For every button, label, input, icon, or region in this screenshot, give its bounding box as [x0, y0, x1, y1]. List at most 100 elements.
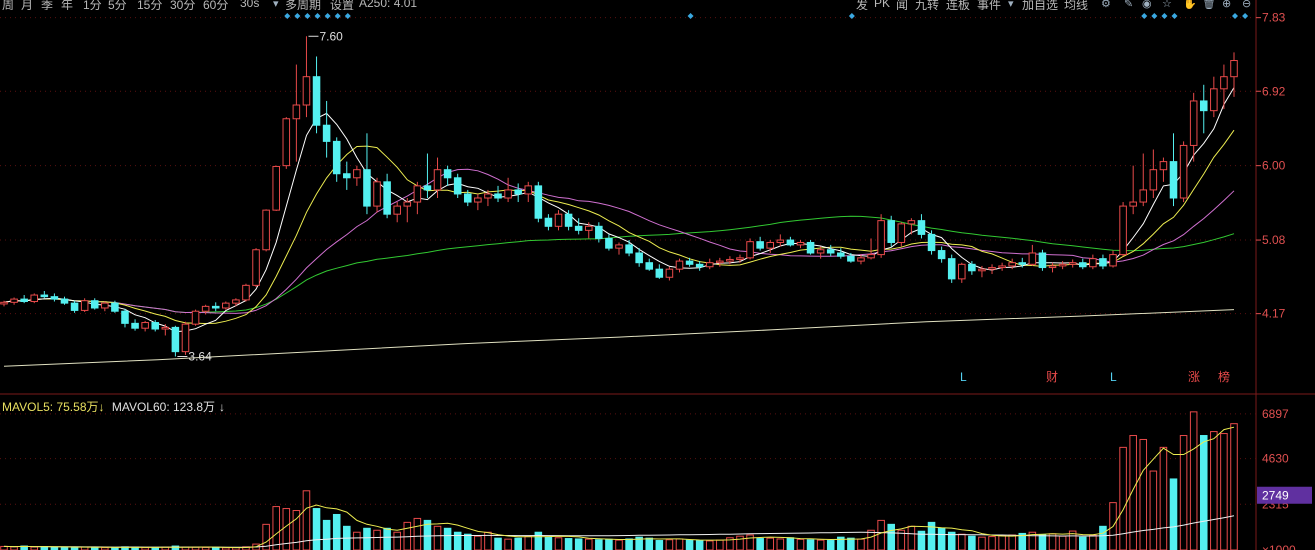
candle-body — [80, 300, 89, 311]
candle-body — [1199, 100, 1208, 112]
candle-body — [403, 201, 412, 207]
price-axis-label: 4.17 — [1262, 307, 1286, 321]
candle-body — [494, 193, 502, 199]
candle-body — [252, 249, 260, 286]
candle-body — [1139, 189, 1148, 203]
candle-body — [101, 302, 109, 309]
candle-body — [423, 185, 432, 191]
candle-body — [1058, 263, 1067, 267]
candle-body — [524, 185, 533, 195]
candle-body — [383, 181, 391, 215]
volume-bar — [1099, 525, 1107, 550]
candle-body — [816, 249, 825, 254]
candle-body — [695, 263, 704, 268]
volume-bar — [988, 536, 996, 550]
candle-body — [161, 326, 170, 330]
candle-body — [867, 254, 875, 259]
candle-body — [968, 263, 976, 272]
volume-bar — [675, 538, 684, 550]
candle-body — [958, 263, 966, 280]
volume-bar — [968, 535, 976, 550]
volume-bar — [403, 521, 412, 550]
volume-bar — [1230, 423, 1238, 550]
candle-body — [242, 284, 250, 301]
volume-bar — [907, 525, 916, 550]
candle-body — [705, 262, 714, 268]
candle-body — [635, 252, 643, 264]
candle-body — [1109, 254, 1117, 267]
volume-bar — [524, 535, 533, 550]
volume-bar — [1058, 535, 1067, 550]
volume-bars[interactable] — [0, 411, 1238, 550]
candle-body — [1018, 262, 1027, 265]
candle-body — [343, 173, 351, 179]
candle-body — [847, 255, 855, 262]
candle-body — [615, 244, 623, 249]
candle-body — [262, 209, 270, 251]
volume-bar — [564, 538, 573, 550]
candle-body — [70, 302, 79, 311]
volume-bar — [1220, 433, 1228, 550]
volume-bar — [1210, 431, 1218, 550]
volume-bar — [716, 539, 724, 550]
candle-body — [50, 296, 59, 300]
candle-body — [877, 220, 885, 256]
volume-bar — [645, 537, 654, 550]
candle-body — [665, 268, 674, 278]
candle-body — [111, 302, 119, 312]
stock-chart[interactable]: 7.836.926.005.084.17689746302315×1000274… — [0, 0, 1315, 550]
candle-body — [726, 258, 734, 262]
candle-body — [927, 233, 936, 252]
volume-bar — [978, 536, 986, 550]
volume-bar — [705, 540, 714, 550]
volume-bar — [665, 539, 674, 550]
price-axis: 7.836.926.005.084.17689746302315×1000274… — [1256, 11, 1312, 550]
volume-bar — [544, 536, 553, 550]
candle-body — [60, 298, 69, 304]
volume-bar — [1169, 478, 1178, 550]
price-axis-label: 6.00 — [1262, 159, 1286, 173]
volume-bar — [867, 529, 875, 550]
volume-bar — [816, 539, 825, 550]
candle-body — [1189, 100, 1198, 146]
volume-bar — [272, 506, 280, 550]
volume-bar — [695, 540, 704, 550]
volume-bar — [937, 527, 946, 550]
volume-bar — [766, 537, 775, 550]
candlestick-series[interactable] — [0, 36, 1238, 357]
volume-bar — [504, 538, 512, 550]
volume-bar — [383, 527, 391, 550]
candle-body — [1008, 262, 1016, 267]
candle-body — [0, 301, 8, 305]
candle-body — [746, 241, 754, 259]
volume-bar — [373, 529, 381, 550]
candle-body — [131, 322, 139, 329]
event-diamond-marker — [1141, 13, 1148, 19]
candle-body — [1169, 161, 1178, 199]
candle-body — [988, 267, 996, 270]
volume-bar — [0, 545, 8, 550]
candle-body — [90, 300, 99, 309]
volume-bar — [1159, 446, 1168, 550]
volume-bar — [413, 517, 422, 550]
price-axis-label: 7.83 — [1262, 11, 1286, 25]
candle-body — [453, 177, 462, 195]
candle-body — [121, 310, 129, 324]
volume-bar — [595, 539, 603, 550]
candle-body — [322, 124, 331, 142]
candle-body — [181, 323, 190, 353]
volume-bar — [322, 519, 331, 550]
candle-body — [917, 220, 926, 235]
volume-bar — [1089, 534, 1097, 550]
volume-axis-label: 4630 — [1262, 452, 1289, 466]
candle-body — [756, 241, 764, 249]
candle-body — [776, 239, 785, 243]
volume-axis-label: ×1000 — [1262, 543, 1296, 550]
event-diamond-marker — [687, 13, 694, 19]
ma20-line — [3, 168, 1235, 314]
mavol5-readout: MAVOL5: 75.58万 — [2, 400, 99, 414]
candle-body — [645, 262, 654, 270]
volume-bar — [363, 527, 371, 550]
candle-body — [1159, 161, 1168, 171]
candle-body — [302, 76, 311, 106]
